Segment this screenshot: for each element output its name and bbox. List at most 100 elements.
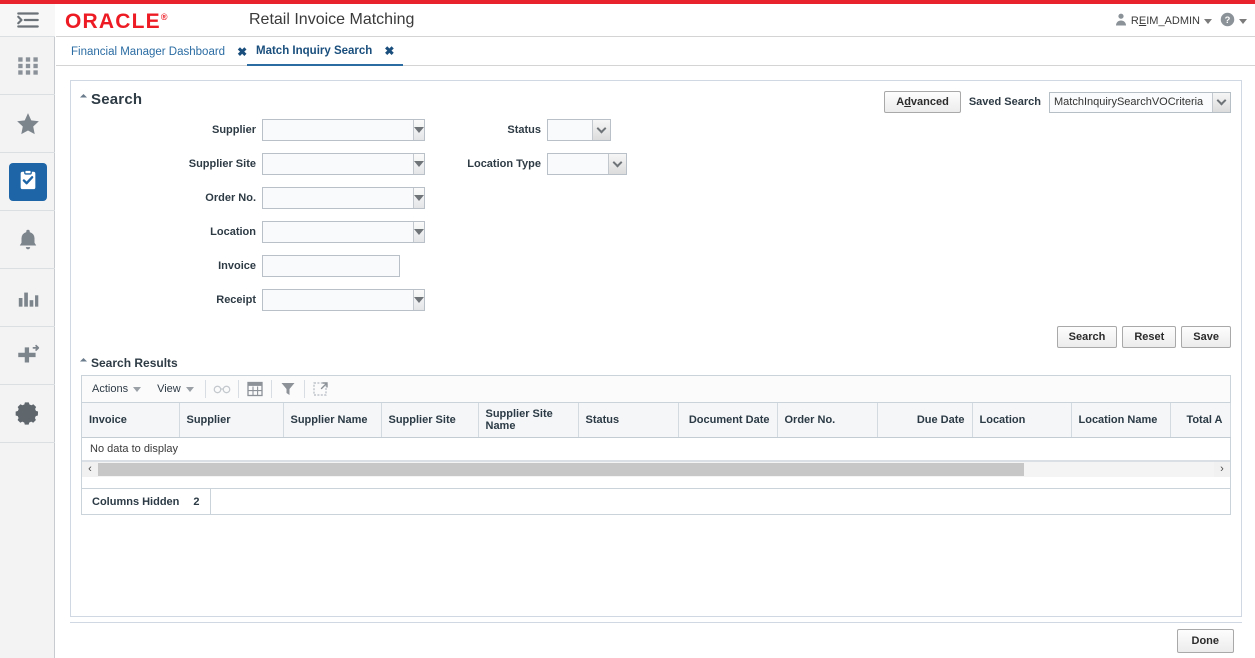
- horizontal-scrollbar[interactable]: ‹ ›: [82, 461, 1230, 476]
- search-results-title: Search Results: [91, 356, 178, 370]
- column-header-supplier[interactable]: Supplier: [179, 403, 283, 438]
- columns-hidden-cell[interactable]: Columns Hidden 2: [82, 489, 211, 515]
- columns-hidden-bar: Columns Hidden 2: [82, 488, 1230, 514]
- column-header-location[interactable]: Location: [972, 403, 1071, 438]
- column-header-supplier-name[interactable]: Supplier Name: [283, 403, 381, 438]
- sidebar-item-settings[interactable]: [0, 385, 55, 443]
- scrollbar-track[interactable]: [98, 462, 1214, 477]
- search-panel: Search Advanced Saved Search MatchInquir…: [70, 80, 1242, 617]
- sidebar-item-apps[interactable]: [0, 37, 55, 95]
- column-header-supplier-site[interactable]: Supplier Site: [381, 403, 478, 438]
- help-caret-down-icon[interactable]: [1239, 19, 1247, 24]
- glasses-icon[interactable]: [209, 378, 235, 400]
- search-results-header[interactable]: Search Results: [81, 356, 178, 370]
- view-menu[interactable]: View: [149, 377, 202, 402]
- bar-chart-icon: [15, 285, 41, 311]
- sidebar-item-create[interactable]: [0, 327, 55, 385]
- field-label-supplier-site: Supplier Site: [71, 158, 256, 170]
- user-caret-down-icon[interactable]: [1204, 19, 1212, 24]
- tab-close-icon[interactable]: ✖: [237, 45, 247, 59]
- receipt-input[interactable]: [263, 290, 413, 310]
- sidebar-item-notifications[interactable]: [0, 211, 55, 269]
- detach-expand-icon[interactable]: [308, 378, 334, 400]
- sidebar-selected-highlight: [9, 163, 47, 201]
- reset-button[interactable]: Reset: [1122, 326, 1176, 348]
- search-button[interactable]: Search: [1057, 326, 1118, 348]
- actions-caret-down-icon: [133, 387, 141, 392]
- field-label-supplier: Supplier: [71, 124, 256, 136]
- scroll-left-arrow-icon[interactable]: ‹: [82, 462, 98, 477]
- search-title: Search: [91, 91, 142, 108]
- field-label-location-type: Location Type: [401, 158, 541, 170]
- field-receipt: Receipt: [71, 289, 427, 311]
- disclosure-triangle-icon[interactable]: [80, 357, 87, 364]
- clipboard-check-icon: [17, 169, 39, 194]
- field-status: Status: [401, 119, 611, 141]
- scroll-right-arrow-icon[interactable]: ›: [1214, 462, 1230, 477]
- actions-menu-label: Actions: [92, 383, 128, 395]
- order-no-dropdown-icon[interactable]: [413, 188, 424, 208]
- toolbar-divider: [205, 380, 206, 398]
- gear-icon: [15, 401, 41, 427]
- location-type-chevron-down-icon[interactable]: [608, 154, 626, 174]
- saved-search-label: Saved Search: [969, 96, 1041, 108]
- save-button[interactable]: Save: [1181, 326, 1231, 348]
- column-header-order-no[interactable]: Order No.: [777, 403, 877, 438]
- user-name-label[interactable]: REIM_ADMIN: [1131, 15, 1200, 27]
- disclosure-triangle-icon[interactable]: [80, 94, 87, 101]
- field-label-order-no: Order No.: [71, 192, 256, 204]
- view-caret-down-icon: [186, 387, 194, 392]
- tab-close-icon[interactable]: ✖: [384, 44, 394, 58]
- content-area: Search Advanced Saved Search MatchInquir…: [56, 66, 1255, 658]
- column-header-location-name[interactable]: Location Name: [1071, 403, 1170, 438]
- svg-text:?: ?: [1225, 15, 1231, 25]
- results-toolbar: Actions View: [82, 376, 1230, 403]
- column-header-document-date[interactable]: Document Date: [678, 403, 777, 438]
- receipt-dropdown-icon[interactable]: [413, 290, 424, 310]
- supplier-input[interactable]: [263, 120, 413, 140]
- order-no-input[interactable]: [263, 188, 413, 208]
- supplier-site-input[interactable]: [263, 154, 413, 174]
- table-header-row: Invoice Supplier Supplier Name Supplier …: [82, 403, 1230, 438]
- saved-search-value: MatchInquirySearchVOCriteria: [1050, 93, 1212, 112]
- column-header-status[interactable]: Status: [578, 403, 678, 438]
- scrollbar-thumb[interactable]: [98, 463, 1024, 476]
- location-type-select[interactable]: [547, 153, 627, 175]
- sidebar-item-collapse-menu[interactable]: [0, 4, 55, 37]
- tab-financial-manager-dashboard[interactable]: Financial Manager Dashboard ✖: [62, 37, 256, 66]
- star-icon: [15, 111, 41, 137]
- help-circle-icon[interactable]: ?: [1220, 12, 1235, 30]
- field-label-location: Location: [71, 226, 256, 238]
- column-header-invoice[interactable]: Invoice: [82, 403, 179, 438]
- tab-match-inquiry-search[interactable]: Match Inquiry Search ✖: [247, 37, 403, 66]
- status-select[interactable]: [547, 119, 611, 141]
- sidebar-item-tasks[interactable]: [0, 153, 55, 211]
- field-supplier: Supplier: [71, 119, 427, 141]
- oracle-logo: ORACLE®: [65, 10, 169, 34]
- sidebar-item-favorites[interactable]: [0, 95, 55, 153]
- field-label-invoice: Invoice: [71, 260, 256, 272]
- location-lov[interactable]: [262, 221, 425, 243]
- column-header-due-date[interactable]: Due Date: [877, 403, 972, 438]
- column-header-supplier-site-name[interactable]: Supplier Site Name: [478, 403, 578, 438]
- advanced-button[interactable]: Advanced: [884, 91, 961, 113]
- field-location: Location: [71, 221, 427, 243]
- actions-menu[interactable]: Actions: [84, 377, 149, 402]
- field-order-no: Order No.: [71, 187, 427, 209]
- order-no-lov[interactable]: [262, 187, 425, 209]
- tab-label: Match Inquiry Search: [256, 45, 372, 57]
- search-section-header[interactable]: Search: [81, 91, 142, 108]
- location-input[interactable]: [263, 222, 413, 242]
- status-chevron-down-icon[interactable]: [592, 120, 610, 140]
- toolbar-divider: [304, 380, 305, 398]
- location-dropdown-icon[interactable]: [413, 222, 424, 242]
- sidebar-item-reports[interactable]: [0, 269, 55, 327]
- column-header-total-amount[interactable]: Total A: [1170, 403, 1230, 438]
- saved-search-select[interactable]: MatchInquirySearchVOCriteria: [1049, 92, 1231, 113]
- filter-funnel-icon[interactable]: [275, 378, 301, 400]
- receipt-lov[interactable]: [262, 289, 425, 311]
- saved-search-chevron-down-icon[interactable]: [1212, 93, 1230, 112]
- detach-table-icon[interactable]: [242, 378, 268, 400]
- invoice-input[interactable]: [262, 255, 400, 277]
- done-button[interactable]: Done: [1177, 629, 1235, 653]
